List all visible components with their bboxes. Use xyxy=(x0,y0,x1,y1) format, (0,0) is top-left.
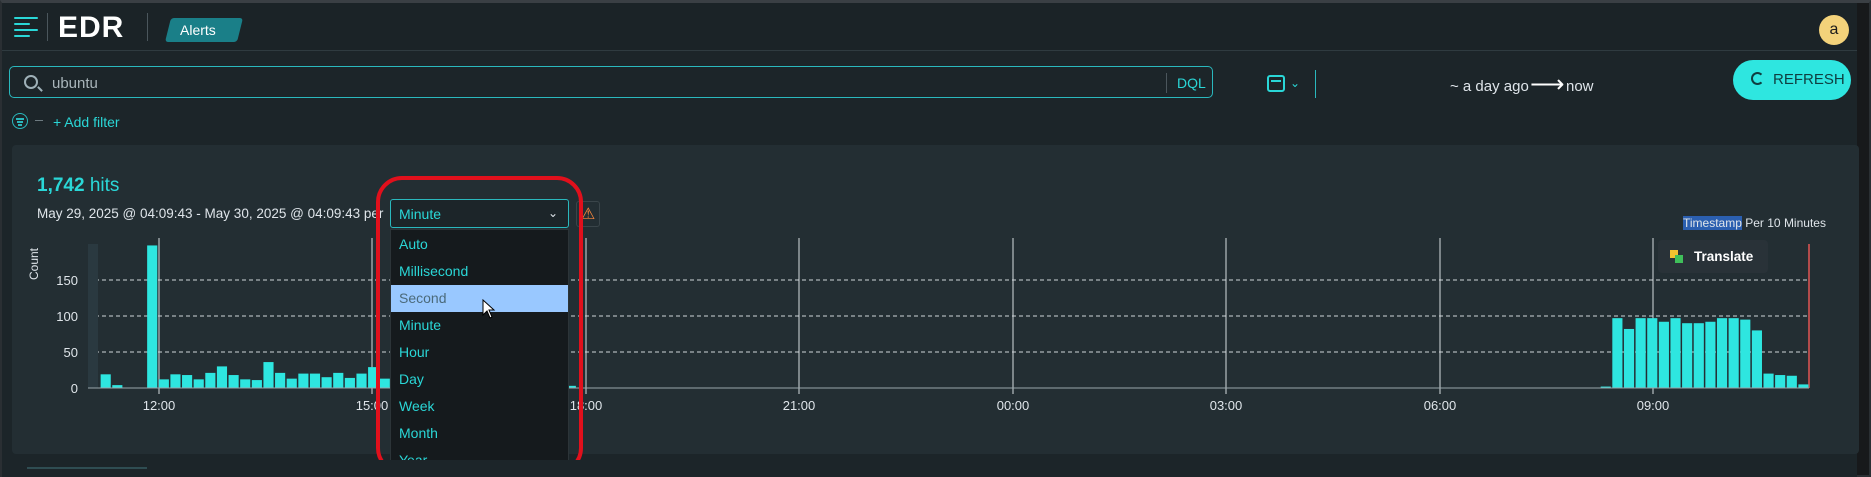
histogram-bar[interactable] xyxy=(205,372,216,388)
histogram-bar[interactable] xyxy=(182,375,193,388)
interval-select-value: Minute xyxy=(399,206,442,222)
histogram-bar[interactable] xyxy=(1775,375,1786,388)
x-tick-label: 06:00 xyxy=(1424,398,1457,413)
histogram-bar[interactable] xyxy=(1751,330,1762,388)
next-panel-edge xyxy=(2,460,1857,477)
histogram-bar[interactable] xyxy=(1635,318,1646,388)
histogram-bar[interactable] xyxy=(240,379,251,388)
interval-option-day[interactable]: Day xyxy=(391,366,568,393)
interval-option-month[interactable]: Month xyxy=(391,420,568,447)
translate-button[interactable]: Translate xyxy=(1658,240,1768,273)
histogram-bar[interactable] xyxy=(170,374,181,388)
x-tick-label: 09:00 xyxy=(1637,398,1670,413)
y-axis-label: Count xyxy=(27,247,41,280)
x-tick-label: 15:00 xyxy=(356,398,389,413)
histogram-bar[interactable] xyxy=(1693,323,1704,388)
histogram-bar[interactable] xyxy=(1798,384,1809,388)
histogram-bar[interactable] xyxy=(1670,318,1681,388)
histogram-bar[interactable] xyxy=(1786,375,1797,388)
histogram-bar[interactable] xyxy=(1728,318,1739,388)
histogram-bar[interactable] xyxy=(1740,319,1751,388)
histogram-bar[interactable] xyxy=(193,379,204,388)
interval-option-millisecond[interactable]: Millisecond xyxy=(391,258,568,285)
histogram-bar[interactable] xyxy=(1716,318,1728,388)
histogram-bar[interactable] xyxy=(344,377,355,388)
histogram-bar[interactable] xyxy=(1612,318,1623,388)
histogram-bar[interactable] xyxy=(1658,321,1669,388)
x-tick-label: 03:00 xyxy=(1210,398,1243,413)
interval-select[interactable]: Minute ⌄ xyxy=(390,199,569,228)
interval-option-minute[interactable]: Minute xyxy=(391,312,568,339)
histogram-bar[interactable] xyxy=(228,375,239,388)
histogram-bar[interactable] xyxy=(298,373,309,388)
y-tick-label: 150 xyxy=(56,273,78,288)
histogram-bar[interactable] xyxy=(216,366,228,388)
histogram-bar[interactable] xyxy=(158,379,169,388)
interval-options-list: Auto Millisecond Second Minute Hour Day Week Mo… xyxy=(390,229,569,471)
histogram-bar[interactable] xyxy=(147,245,158,388)
y-tick-label: 100 xyxy=(56,309,78,324)
histogram-bar[interactable] xyxy=(309,373,321,388)
histogram-bar[interactable] xyxy=(251,380,262,388)
y-tick-label: 50 xyxy=(64,345,78,360)
histogram-bar[interactable] xyxy=(1705,321,1716,388)
histogram-bar[interactable] xyxy=(1623,328,1635,388)
interval-option-auto[interactable]: Auto xyxy=(391,231,568,258)
mouse-cursor-icon xyxy=(482,299,496,319)
translate-icon xyxy=(1670,250,1683,263)
x-tick-label: 00:00 xyxy=(997,398,1030,413)
interval-option-week[interactable]: Week xyxy=(391,393,568,420)
histogram-bar[interactable] xyxy=(356,373,367,388)
x-tick-label: 12:00 xyxy=(143,398,176,413)
histogram-bar[interactable] xyxy=(275,372,286,388)
x-tick-label: 21:00 xyxy=(783,398,816,413)
x-tick-label: 18:00 xyxy=(570,398,603,413)
histogram-bar[interactable] xyxy=(368,367,379,388)
translate-label: Translate xyxy=(1694,249,1754,264)
interval-option-hour[interactable]: Hour xyxy=(391,339,568,366)
histogram-bar[interactable] xyxy=(1647,318,1658,388)
histogram-bar[interactable] xyxy=(379,378,390,388)
histogram-bar[interactable] xyxy=(1682,323,1693,388)
interval-option-second[interactable]: Second xyxy=(391,285,568,312)
histogram-bar[interactable] xyxy=(321,377,332,388)
histogram-bar[interactable] xyxy=(100,374,111,388)
y-tick-label: 0 xyxy=(71,381,78,396)
out-of-range-shade xyxy=(88,244,98,388)
histogram-bar[interactable] xyxy=(1763,373,1774,388)
histogram-bar[interactable] xyxy=(286,378,297,388)
chevron-down-icon: ⌄ xyxy=(548,206,559,220)
histogram-bar[interactable] xyxy=(333,372,344,388)
histogram-chart: Count 0 50 100 150 12:00 15:00 18:00 21:00 00:00 0… xyxy=(27,238,1810,413)
histogram-bar[interactable] xyxy=(263,362,274,388)
